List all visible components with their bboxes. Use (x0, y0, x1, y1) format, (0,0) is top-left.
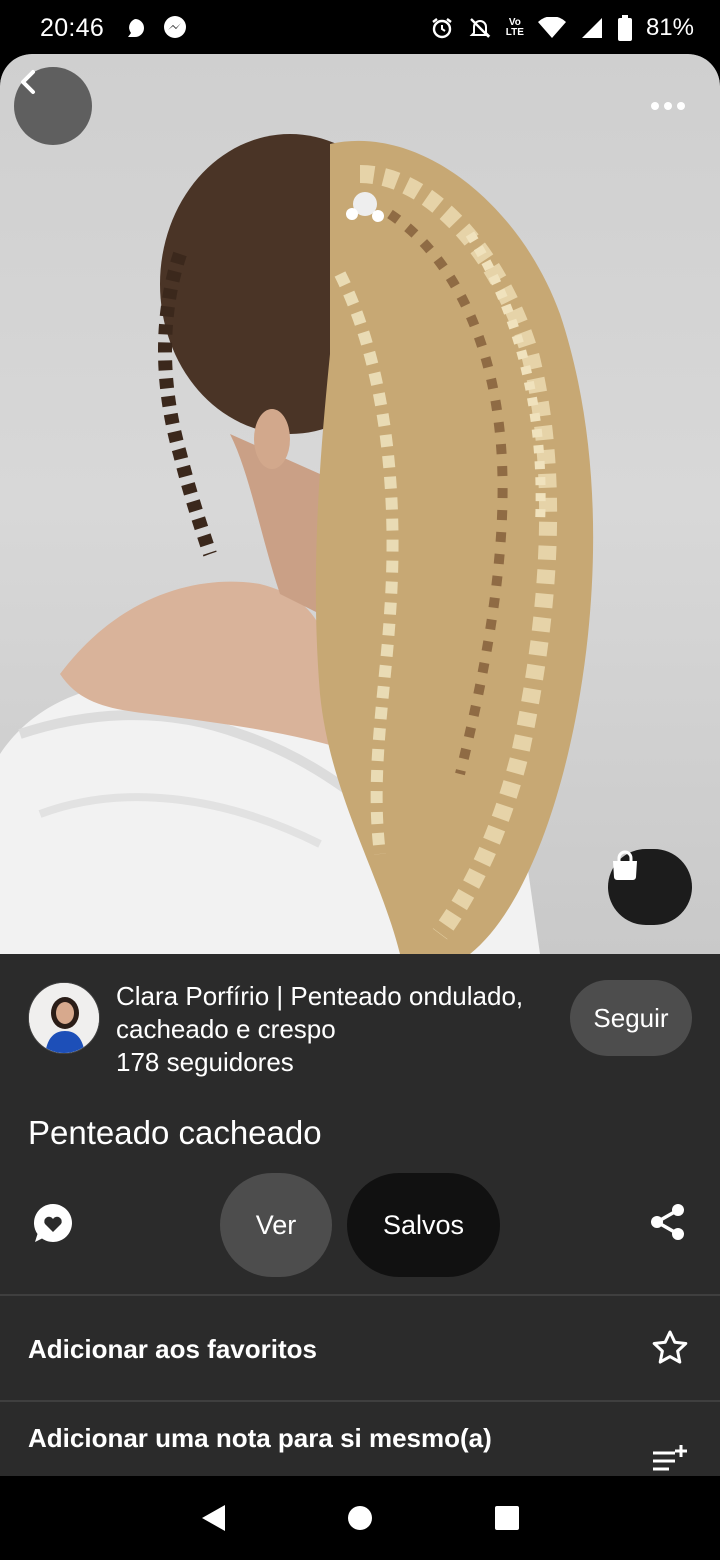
cell-signal-icon (580, 16, 604, 40)
shopping-bag-button[interactable] (608, 849, 692, 925)
pin-title: Penteado cacheado (28, 1114, 322, 1151)
pin-image[interactable] (0, 54, 720, 954)
add-note-row[interactable]: Adicionar uma nota para si mesmo(a) (0, 1402, 720, 1476)
alarm-icon (430, 16, 454, 40)
more-options-button[interactable] (638, 84, 698, 128)
comment-heart-icon (31, 1201, 75, 1250)
creator-followers: 178 seguidores (116, 1047, 294, 1077)
share-button[interactable] (646, 1202, 690, 1246)
battery-percent: 81% (645, 14, 694, 41)
more-options-icon (651, 102, 659, 110)
star-outline-icon (650, 1328, 690, 1368)
status-time: 20:46 (40, 13, 105, 42)
pin-detail-panel: Clara Porfírio | Penteado ondulado, cach… (0, 54, 720, 1476)
add-to-favorites-row[interactable]: Adicionar aos favoritos (0, 1296, 720, 1400)
share-icon (648, 1202, 688, 1247)
add-note-icon (650, 1438, 690, 1476)
add-to-favorites-label: Adicionar aos favoritos (28, 1334, 317, 1364)
chat-bubble-icon (124, 17, 146, 39)
follow-button[interactable]: Seguir (570, 980, 692, 1056)
creator-row: Clara Porfírio | Penteado ondulado, cach… (28, 980, 692, 1080)
status-bar: 20:46 Vo LTE 81% (0, 0, 720, 56)
avatar[interactable] (28, 982, 100, 1054)
nav-back-icon[interactable] (193, 1498, 233, 1538)
add-note-label: Adicionar uma nota para si mesmo(a) (28, 1423, 492, 1453)
wifi-icon (537, 17, 566, 39)
creator-name[interactable]: Clara Porfírio | Penteado ondulado, cach… (116, 980, 561, 1046)
nav-home-icon[interactable] (340, 1498, 380, 1538)
volte-icon: Vo LTE (505, 17, 524, 38)
nav-recents-icon[interactable] (487, 1498, 527, 1538)
battery-icon (617, 15, 632, 41)
saved-button[interactable]: Salvos (347, 1173, 500, 1277)
comment-button[interactable] (28, 1200, 78, 1250)
ver-button[interactable]: Ver (220, 1173, 332, 1277)
messenger-icon (162, 15, 188, 41)
system-nav-bar (0, 1476, 720, 1560)
notifications-off-icon (468, 16, 492, 40)
back-button[interactable] (14, 67, 92, 145)
